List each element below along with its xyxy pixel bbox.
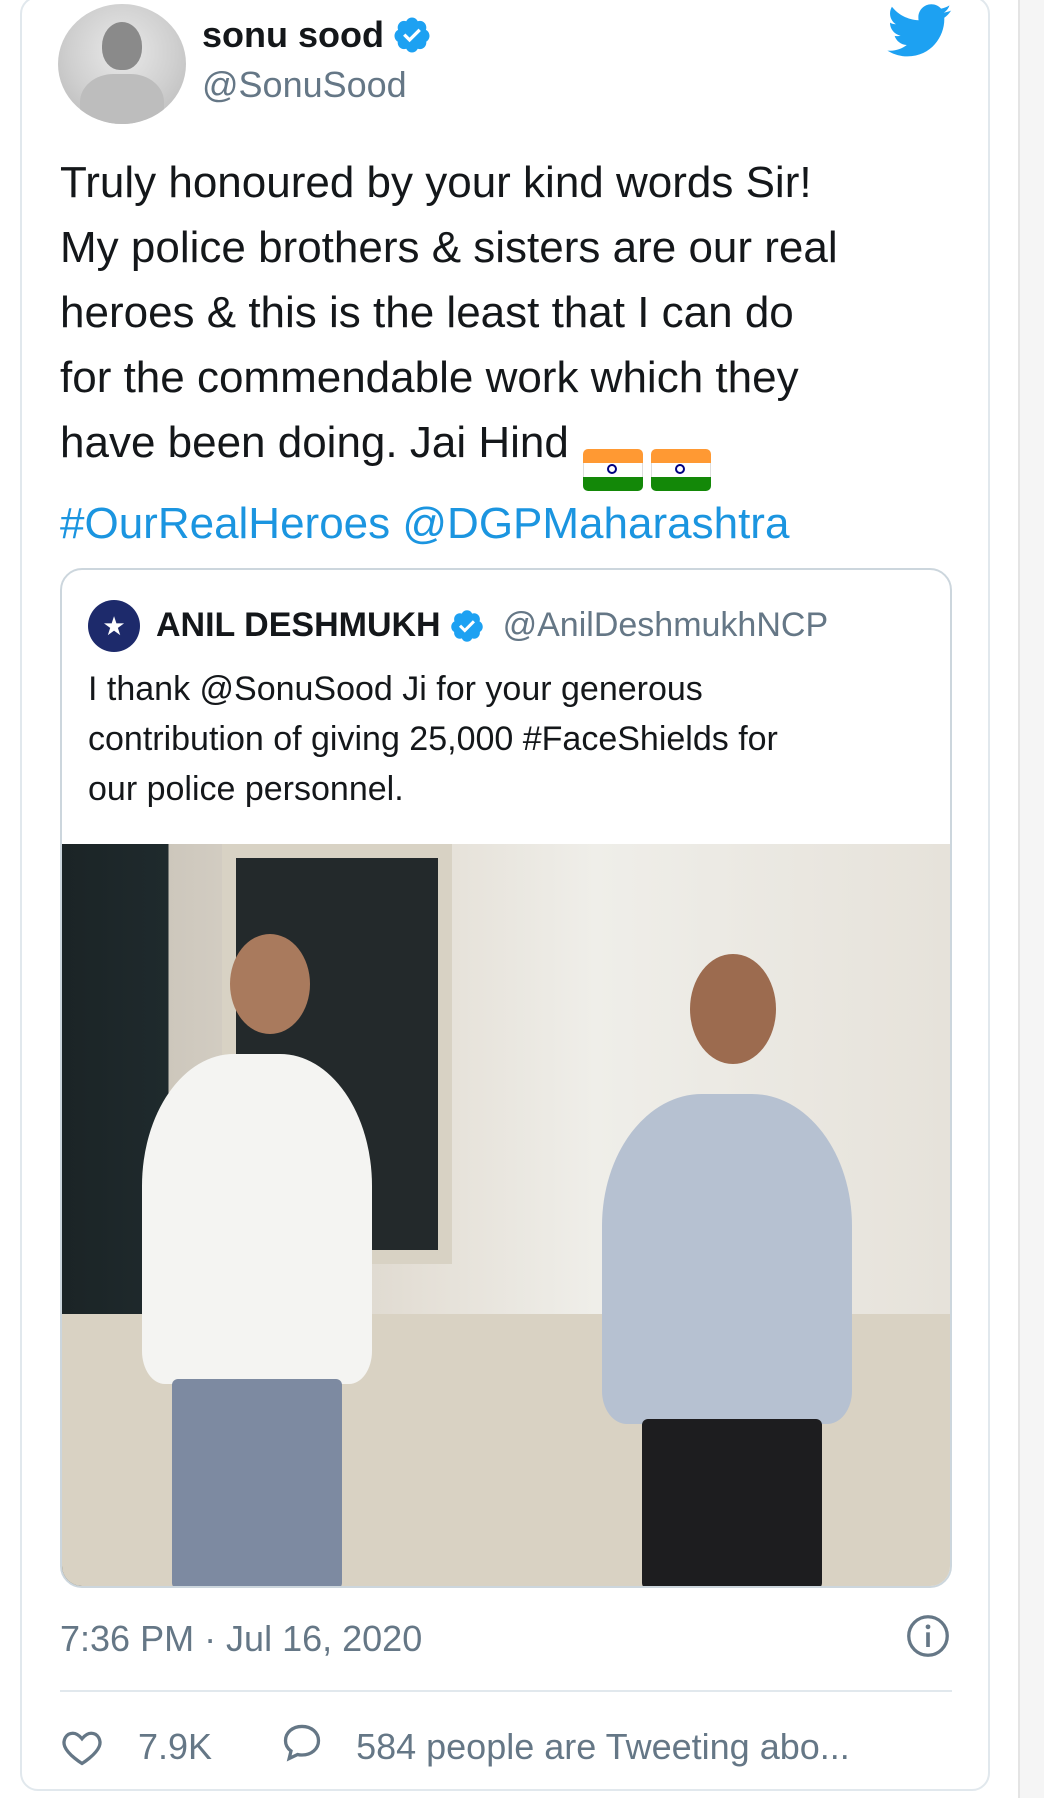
quoted-author-row[interactable]: ANIL DESHMUKH @AnilDeshmukhNCP xyxy=(156,606,828,645)
hashtag-link[interactable]: #OurRealHeroes xyxy=(60,499,390,548)
mention-link[interactable]: @DGPMaharashtra xyxy=(402,499,789,548)
author-avatar[interactable] xyxy=(58,4,186,124)
photo-person-right-head xyxy=(690,954,776,1064)
tweet-line: for the commendable work which they xyxy=(60,353,799,402)
verified-badge-icon xyxy=(394,17,430,53)
author-handle[interactable]: @SonuSood xyxy=(202,64,407,106)
india-flag-icon xyxy=(650,449,711,491)
verified-badge-icon xyxy=(450,609,483,642)
heart-icon[interactable] xyxy=(60,1725,104,1769)
photo-person-left xyxy=(142,1054,372,1384)
flag-emojis xyxy=(582,449,711,491)
like-count[interactable]: 7.9K xyxy=(138,1726,212,1768)
tweet-line-with-flags: have been doing. Jai Hind xyxy=(60,410,960,491)
quoted-line: I thank @SonuSood Ji for your generous xyxy=(88,670,703,708)
tweet-line: My police brothers & sisters are our rea… xyxy=(60,223,838,272)
photo-person-left-legs xyxy=(172,1379,342,1586)
tweet-actions: 7.9K 584 people are Tweeting abo... xyxy=(60,1720,850,1773)
tweeting-count-link[interactable]: 584 people are Tweeting abo... xyxy=(356,1726,850,1768)
photo-person-right xyxy=(602,1094,852,1424)
india-flag-icon xyxy=(582,449,643,491)
quoted-text: I thank @SonuSood Ji for your generous c… xyxy=(88,664,928,814)
divider xyxy=(60,1690,952,1692)
quoted-line: our police personnel. xyxy=(88,770,404,808)
quoted-photo[interactable] xyxy=(62,844,950,1586)
photo-person-left-head xyxy=(230,934,310,1034)
reply-button[interactable] xyxy=(280,1720,324,1773)
quoted-author-name[interactable]: ANIL DESHMUKH xyxy=(156,606,441,645)
tweet-line: Truly honoured by your kind words Sir! xyxy=(60,158,812,207)
quoted-author-handle[interactable]: @AnilDeshmukhNCP xyxy=(503,606,829,645)
quoted-avatar[interactable]: ★ xyxy=(88,600,140,652)
author-name-row[interactable]: sonu sood xyxy=(202,14,432,56)
quoted-tweet[interactable]: ★ ANIL DESHMUKH @AnilDeshmukhNCP I thank… xyxy=(60,568,952,1588)
scrollbar[interactable] xyxy=(1018,0,1044,1798)
tweet-links-line: #OurRealHeroes @DGPMaharashtra xyxy=(60,491,960,556)
twitter-bird-icon[interactable] xyxy=(887,4,953,58)
info-icon[interactable] xyxy=(906,1614,950,1658)
police-star-icon: ★ xyxy=(102,611,126,641)
tweet-text: Truly honoured by your kind words Sir! M… xyxy=(60,150,960,556)
tweet-line: have been doing. Jai Hind xyxy=(60,418,569,467)
photo-person-right-legs xyxy=(642,1419,822,1586)
tweet-timestamp[interactable]: 7:36 PM · Jul 16, 2020 xyxy=(60,1618,422,1660)
reply-bubble-icon[interactable] xyxy=(280,1720,324,1764)
tweet-line: heroes & this is the least that I can do xyxy=(60,288,794,337)
author-name[interactable]: sonu sood xyxy=(202,14,384,56)
quoted-line: contribution of giving 25,000 #FaceShiel… xyxy=(88,720,778,758)
